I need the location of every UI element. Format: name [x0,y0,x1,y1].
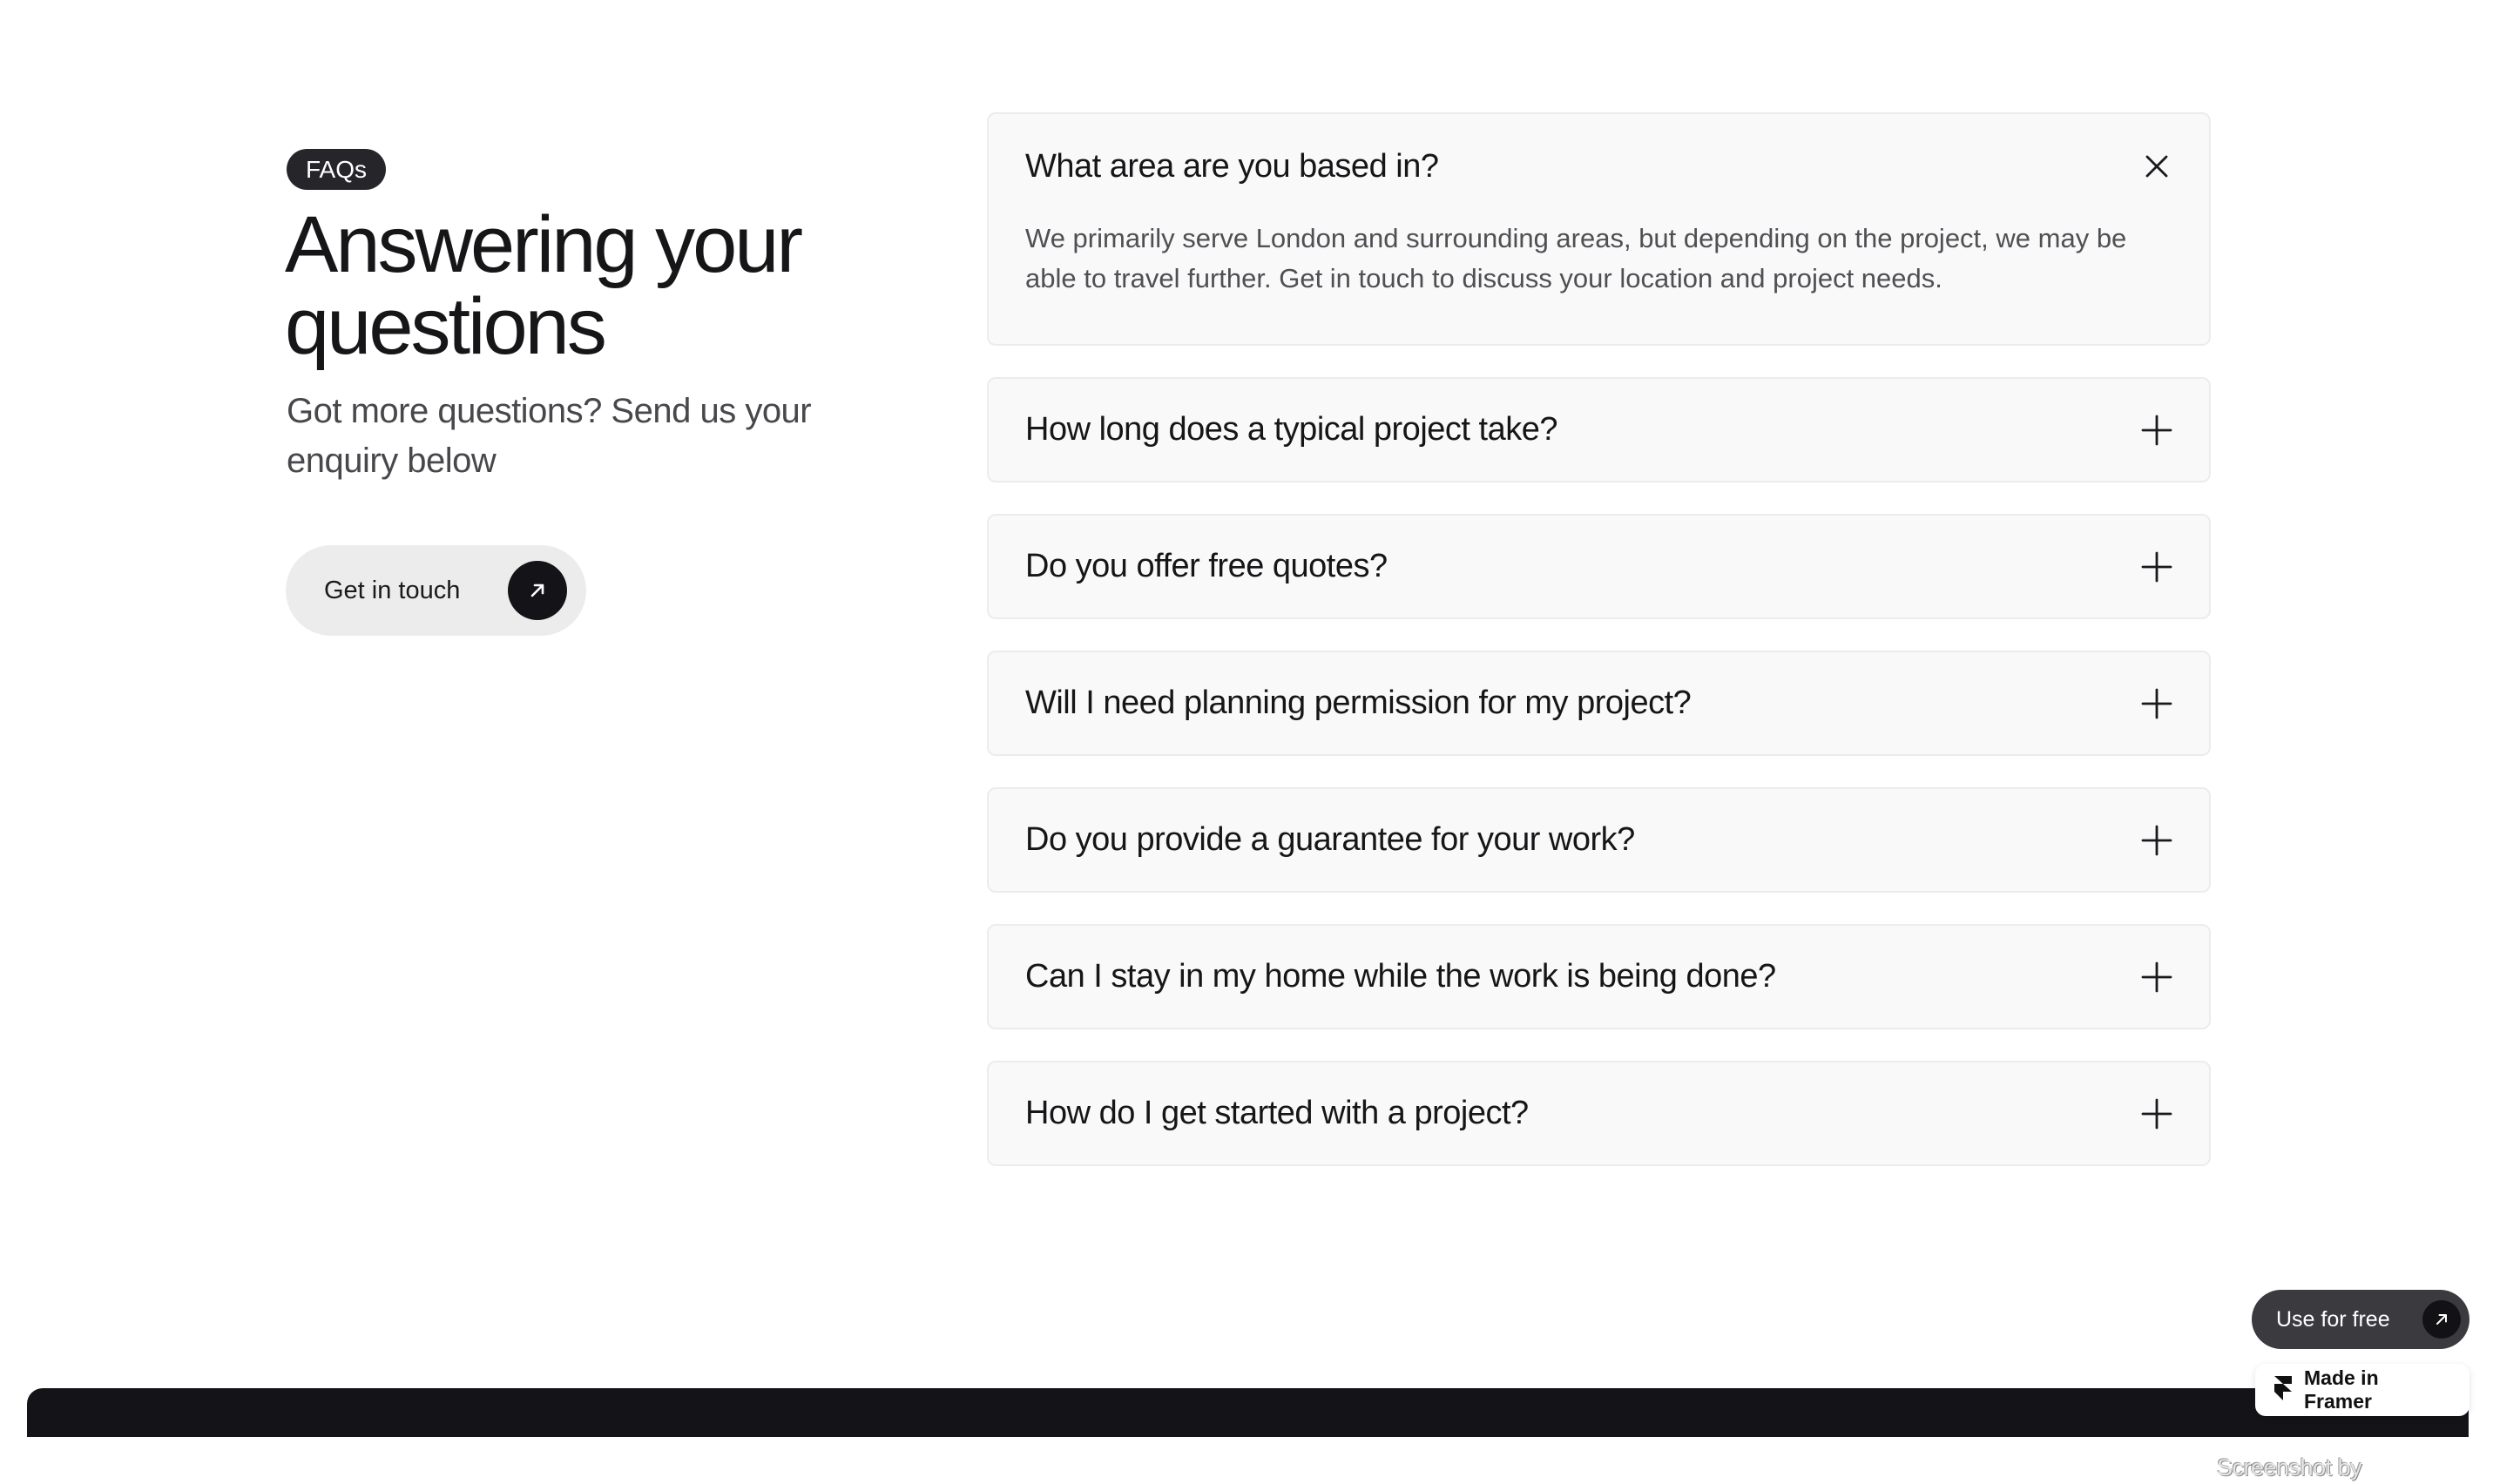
made-in-framer-label: Made in Framer [2304,1366,2379,1413]
faq-question-row[interactable]: How do I get started with a project? [989,1062,2209,1164]
faq-question-row[interactable]: Can I stay in my home while the work is … [989,926,2209,1028]
get-in-touch-button[interactable]: Get in touch [286,545,586,636]
faq-question: Can I stay in my home while the work is … [1025,958,1776,995]
faq-question: Do you offer free quotes? [1025,548,1388,584]
plus-icon[interactable] [2139,1096,2174,1131]
plus-icon[interactable] [2139,960,2174,995]
made-in-framer-badge[interactable]: Made in Framer [2255,1364,2469,1416]
page: FAQs Answering your questions Got more q… [0,0,2493,1484]
faq-question: How long does a typical project take? [1025,411,1557,448]
faq-item-planning-permission[interactable]: Will I need planning permission for my p… [987,651,2211,756]
screenshot-watermark: Screenshot by Xnapper.com [2217,1454,2362,1484]
use-for-free-label: Use for free [2276,1306,2390,1332]
faq-question-row[interactable]: Do you offer free quotes? [989,516,2209,617]
faq-badge: FAQs [287,149,387,190]
section-subheading: Got more questions? Send us your enquiry… [287,392,812,480]
faq-item-free-quotes[interactable]: Do you offer free quotes? [987,514,2211,619]
faq-answer: We primarily serve London and surroundin… [1025,223,2127,293]
plus-icon[interactable] [2139,413,2174,448]
faq-question-row[interactable]: What area are you based in? [989,114,2209,219]
faq-question: Do you provide a guarantee for your work… [1025,821,1635,858]
plus-icon[interactable] [2139,823,2174,858]
faq-item-stay-home[interactable]: Can I stay in my home while the work is … [987,924,2211,1029]
get-in-touch-label: Get in touch [324,576,461,604]
plus-icon[interactable] [2139,686,2174,721]
faq-item-based-area[interactable]: What area are you based in? We primarily… [987,112,2211,346]
close-icon[interactable] [2139,149,2174,184]
faq-item-get-started[interactable]: How do I get started with a project? [987,1061,2211,1166]
faq-question: Will I need planning permission for my p… [1025,685,1692,721]
faq-item-project-duration[interactable]: How long does a typical project take? [987,377,2211,482]
use-for-free-button[interactable]: Use for free [2252,1290,2469,1349]
footer-bar [27,1388,2469,1437]
faq-question: How do I get started with a project? [1025,1095,1529,1131]
faq-item-guarantee[interactable]: Do you provide a guarantee for your work… [987,787,2211,893]
faq-list: What area are you based in? We primarily… [987,112,2211,1197]
section-heading: Answering your questions [285,200,803,371]
plus-icon[interactable] [2139,550,2174,584]
arrow-up-right-icon [2422,1300,2461,1339]
framer-logo-icon [2274,1375,2292,1405]
arrow-up-right-icon [508,561,567,620]
faq-question-row[interactable]: Do you provide a guarantee for your work… [989,789,2209,891]
faq-question: What area are you based in? [1025,147,1439,185]
faq-question-row[interactable]: Will I need planning permission for my p… [989,652,2209,754]
faq-question-row[interactable]: How long does a typical project take? [989,379,2209,481]
